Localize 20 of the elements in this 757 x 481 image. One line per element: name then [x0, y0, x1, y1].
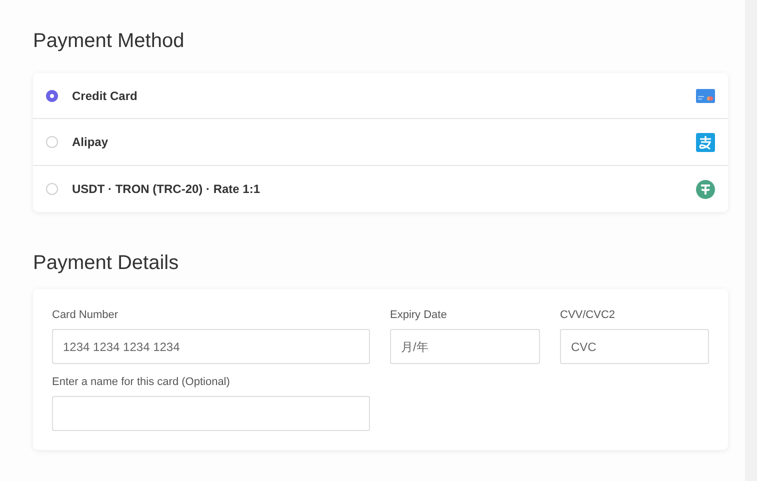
radio-button[interactable] — [46, 90, 58, 102]
payment-option[interactable]: Alipay — [33, 118, 728, 165]
section-title: Payment Method — [33, 29, 186, 54]
alipay-icon — [696, 132, 715, 152]
expiry-date-field[interactable]: 月/年 — [390, 329, 540, 364]
card-number-field[interactable]: 1234 1234 1234 1234 — [52, 329, 370, 364]
field-label: Expiry Date — [390, 309, 448, 321]
option-label: USDT · TRON (TRC-20) · Rate 1:1 — [72, 182, 262, 196]
card-name-field[interactable] — [52, 396, 370, 431]
field-label: Enter a name for this card (Optional) — [52, 376, 231, 388]
payment-option[interactable]: USDT · TRON (TRC-20) · Rate 1:1 — [33, 165, 728, 212]
section-title: Payment Details — [33, 251, 180, 276]
tether-icon — [696, 180, 715, 198]
field-label: CVV/CVC2 — [560, 309, 616, 321]
cvv-field[interactable]: CVC — [560, 329, 709, 364]
credit-card-icon — [696, 88, 715, 102]
option-label: Credit Card — [72, 88, 138, 102]
payment-option[interactable]: Credit Card — [33, 73, 728, 118]
option-label: Alipay — [72, 135, 110, 149]
field-label: Card Number — [52, 309, 120, 321]
